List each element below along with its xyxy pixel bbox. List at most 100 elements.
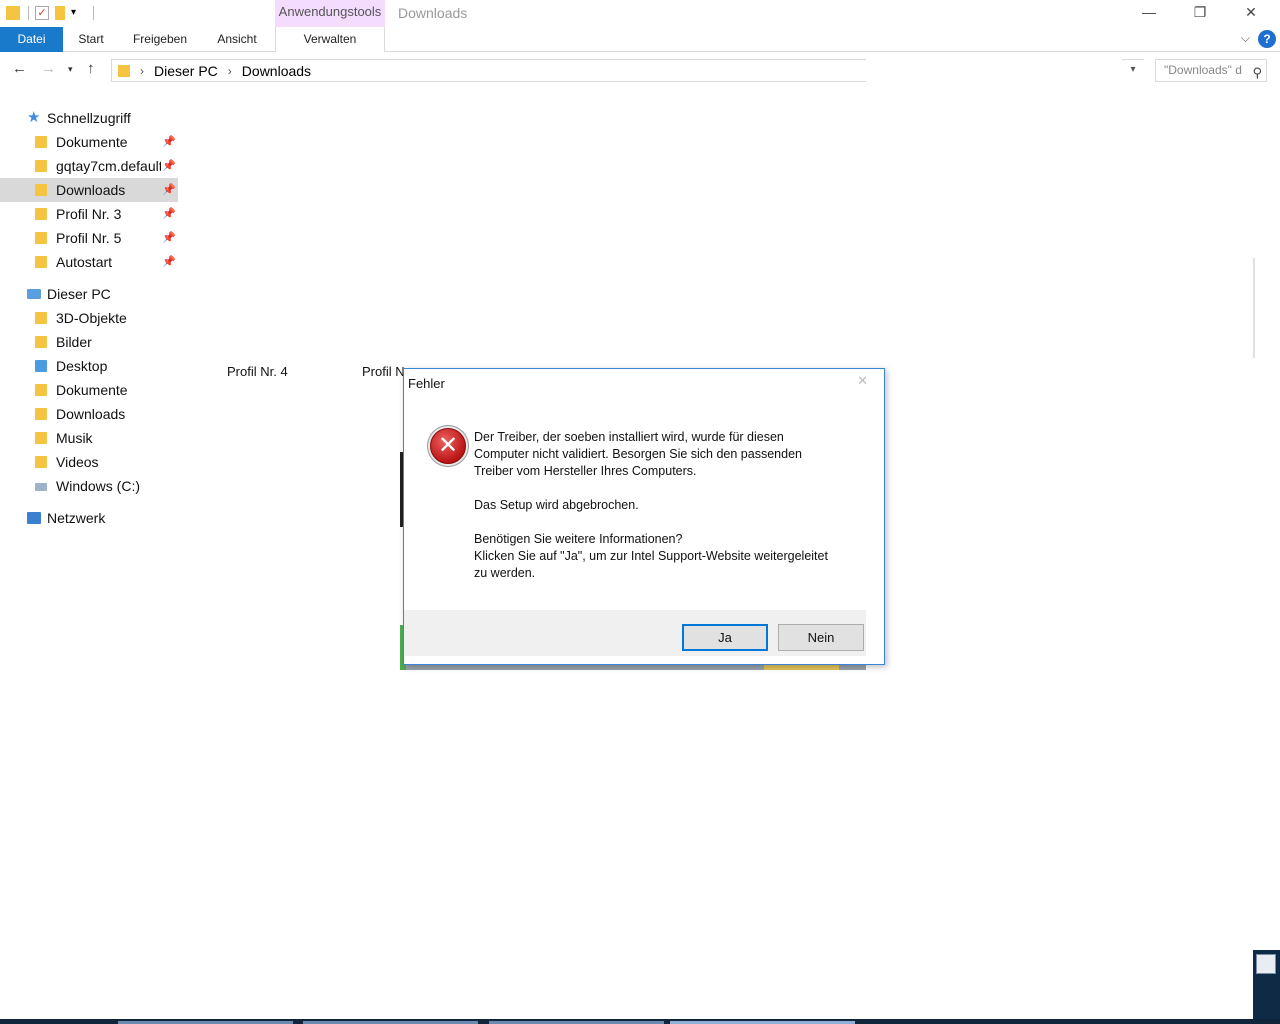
search-placeholder: "Downloads" d — [1164, 63, 1242, 77]
nav-quick-access[interactable]: ★ Schnellzugriff — [0, 106, 180, 130]
dialog-message: Der Treiber, der soeben installiert wird… — [474, 429, 854, 599]
folder-icon — [35, 232, 47, 244]
quick-access-toolbar: ✓ ▾ — [0, 4, 94, 22]
nav-label: Bilder — [56, 334, 92, 350]
3d-objects-folder-icon — [35, 312, 47, 324]
nav-label: 3D-Objekte — [56, 310, 127, 326]
minimize-button[interactable]: — — [1126, 0, 1172, 26]
window-title: Downloads — [398, 5, 468, 21]
dialog-button-bar: Ja Nein — [404, 610, 866, 656]
nav-label: Videos — [56, 454, 99, 470]
folder-icon — [35, 256, 47, 268]
tab-start[interactable]: Start — [70, 27, 112, 52]
recent-locations-icon[interactable]: ▾ — [68, 64, 73, 75]
pin-icon[interactable]: 📌 — [162, 226, 176, 250]
videos-folder-icon — [35, 456, 47, 468]
back-icon[interactable]: ← — [12, 60, 27, 77]
nav-item-3d-objects[interactable]: 3D-Objekte — [0, 306, 180, 330]
downloads-folder-icon — [35, 408, 47, 420]
address-dropdown-icon[interactable]: ▾ — [1122, 59, 1144, 82]
breadcrumb-separator-icon: › — [227, 63, 232, 78]
folder-icon — [35, 208, 47, 220]
new-folder-icon[interactable] — [55, 6, 65, 20]
star-icon: ★ — [27, 109, 41, 126]
breadcrumb-downloads[interactable]: Downloads — [242, 63, 311, 79]
nav-item-profil-3[interactable]: Profil Nr. 3 📌 — [0, 202, 180, 226]
nav-label: Autostart — [56, 254, 113, 270]
nav-label: Desktop — [56, 358, 108, 374]
file-item-label[interactable]: Profil N — [362, 364, 405, 379]
nav-label: Windows (C:) — [56, 478, 141, 494]
folder-icon — [35, 160, 47, 172]
nav-label: Netzwerk — [47, 510, 106, 526]
music-folder-icon — [35, 432, 47, 444]
error-icon: ✕ — [430, 428, 466, 464]
navigation-bar: ← → ▾ ↑ › Dieser PC › Downloads ▾ "Downl… — [0, 53, 1280, 87]
nav-item-videos[interactable]: Videos — [0, 450, 180, 474]
nav-item-desktop[interactable]: Desktop — [0, 354, 180, 378]
no-button[interactable]: Nein — [778, 624, 864, 651]
close-button[interactable]: ✕ — [1228, 0, 1274, 26]
network-icon — [27, 512, 41, 524]
nav-item-windows-c[interactable]: Windows (C:) — [0, 474, 180, 498]
nav-item-autostart[interactable]: Autostart 📌 — [0, 250, 180, 274]
nav-item-profil-5[interactable]: Profil Nr. 5 📌 — [0, 226, 180, 250]
pin-icon[interactable]: 📌 — [162, 130, 176, 154]
chevron-down-icon[interactable]: ⌵ — [1241, 31, 1250, 46]
error-dialog: Fehler ✕ ✕ Der Treiber, der soeben insta… — [403, 368, 885, 665]
breadcrumb-separator-icon: › — [140, 63, 144, 78]
toolbar-divider — [93, 6, 94, 20]
desktop-folder-icon — [35, 360, 47, 372]
nav-item-gqtay7cm[interactable]: gqtay7cm.default 📌 — [0, 154, 180, 178]
pin-icon[interactable]: 📌 — [162, 154, 176, 178]
tab-share[interactable]: Freigeben — [126, 27, 194, 52]
nav-item-downloads-pc[interactable]: Downloads — [0, 402, 180, 426]
search-icon[interactable]: ⚲ — [1252, 62, 1262, 81]
nav-item-documents[interactable]: Dokumente 📌 — [0, 130, 180, 154]
pin-icon[interactable]: 📌 — [162, 250, 176, 274]
toolbar-divider — [28, 6, 29, 20]
documents-folder-icon — [35, 384, 47, 396]
up-icon[interactable]: ↑ — [87, 60, 95, 77]
help-icon[interactable]: ? — [1258, 30, 1276, 48]
message-paragraph: Benötigen Sie weitere Informationen? Kli… — [474, 532, 828, 580]
message-paragraph: Der Treiber, der soeben installiert wird… — [474, 430, 802, 478]
contextual-tab-group: Anwendungstools — [275, 0, 385, 27]
customize-toolbar-icon[interactable]: ▾ — [71, 6, 85, 20]
forward-icon[interactable]: → — [41, 60, 56, 77]
documents-folder-icon — [35, 136, 47, 148]
scrollbar[interactable] — [1253, 258, 1255, 358]
window-icon[interactable] — [1256, 954, 1276, 974]
nav-item-music[interactable]: Musik — [0, 426, 180, 450]
dialog-close-button[interactable]: ✕ — [857, 373, 868, 389]
nav-label: Profil Nr. 5 — [56, 230, 122, 246]
nav-item-pictures[interactable]: Bilder — [0, 330, 180, 354]
message-paragraph: Das Setup wird abgebrochen. — [474, 498, 639, 512]
drive-icon — [35, 483, 47, 491]
computer-icon — [27, 289, 41, 299]
navigation-pane: ★ Schnellzugriff Dokumente 📌 gqtay7cm.de… — [0, 100, 180, 530]
nav-network[interactable]: Netzwerk — [0, 506, 180, 530]
folder-down-icon — [118, 64, 130, 77]
nav-item-documents-pc[interactable]: Dokumente — [0, 378, 180, 402]
tab-view[interactable]: Ansicht — [207, 27, 267, 52]
folder-down-icon[interactable] — [6, 6, 20, 20]
nav-this-pc[interactable]: Dieser PC — [0, 282, 180, 306]
pin-icon[interactable]: 📌 — [162, 178, 176, 202]
file-item-label[interactable]: Profil Nr. 4 — [227, 364, 288, 379]
nav-label: Profil Nr. 3 — [56, 206, 122, 222]
search-input[interactable]: "Downloads" d ⚲ — [1155, 59, 1267, 82]
nav-label: Dokumente — [56, 382, 128, 398]
tab-file[interactable]: Datei — [0, 27, 63, 52]
nav-item-downloads[interactable]: Downloads 📌 — [0, 178, 178, 202]
tab-manage[interactable]: Verwalten — [275, 27, 385, 52]
yes-button[interactable]: Ja — [682, 624, 768, 651]
properties-icon[interactable]: ✓ — [35, 6, 49, 20]
nav-label: Downloads — [56, 182, 126, 198]
restore-button[interactable]: ❐ — [1177, 0, 1223, 26]
pictures-folder-icon — [35, 336, 47, 348]
pin-icon[interactable]: 📌 — [162, 202, 176, 226]
address-bar[interactable]: › Dieser PC › Downloads — [111, 59, 866, 82]
breadcrumb-this-pc[interactable]: Dieser PC — [154, 63, 218, 79]
title-bar: ✓ ▾ Anwendungstools Downloads — ❐ ✕ — [0, 0, 1280, 27]
